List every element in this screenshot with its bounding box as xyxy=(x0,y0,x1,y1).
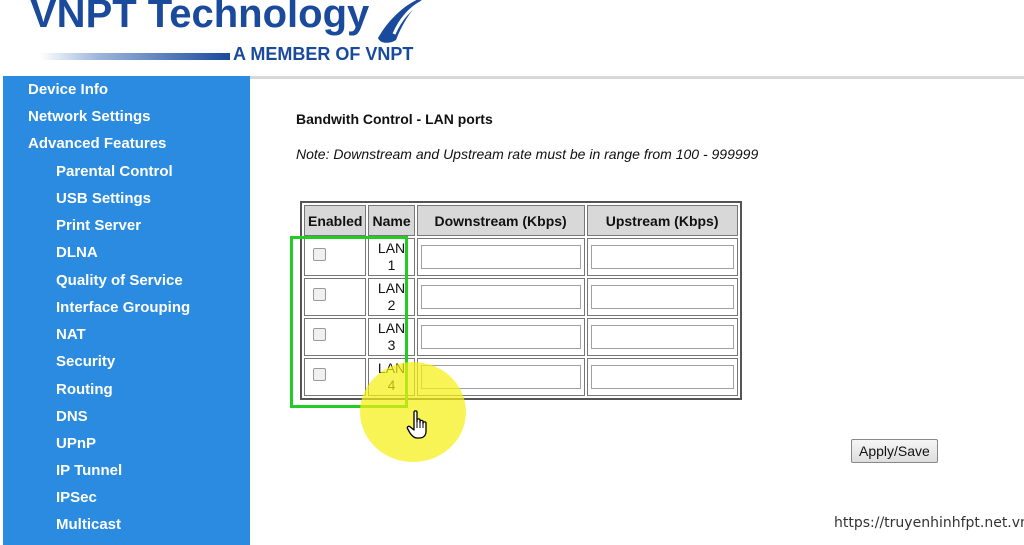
name-cell: LAN 3 xyxy=(368,318,415,356)
sidebar-item-multicast[interactable]: Multicast xyxy=(56,516,121,533)
upstream-input-lan2[interactable] xyxy=(590,285,734,309)
sidebar-item-routing[interactable]: Routing xyxy=(56,381,113,398)
sidebar-item-print-server[interactable]: Print Server xyxy=(56,217,141,234)
upstream-input-lan3[interactable] xyxy=(590,325,734,349)
page-title: Bandwith Control - LAN ports xyxy=(296,111,493,127)
name-cell: LAN 2 xyxy=(368,278,415,316)
sidebar-item-usb-settings[interactable]: USB Settings xyxy=(56,190,151,207)
lan-name-line1: LAN xyxy=(377,320,406,336)
name-cell: LAN 1 xyxy=(368,238,415,276)
lan-name-line2: 1 xyxy=(387,257,396,273)
header-upstream: Upstream (Kbps) xyxy=(586,205,738,236)
sidebar-item-ip-tunnel[interactable]: IP Tunnel xyxy=(56,462,122,479)
lan-name-line2: 3 xyxy=(387,337,396,353)
table-row: LAN 1 xyxy=(304,238,738,276)
sidebar: Device Info Network Settings Advanced Fe… xyxy=(3,76,250,545)
sidebar-item-advanced-features[interactable]: Advanced Features xyxy=(28,135,166,152)
sidebar-item-ipsec[interactable]: IPSec xyxy=(56,489,97,506)
sidebar-item-upnp[interactable]: UPnP xyxy=(56,435,96,452)
brand-tagline: A MEMBER OF VNPT xyxy=(233,44,414,64)
header: VNPT Technology A MEMBER OF VNPT xyxy=(0,0,1024,75)
sidebar-item-network-settings[interactable]: Network Settings xyxy=(28,108,151,125)
logo-bar xyxy=(40,53,230,60)
range-note: Note: Downstream and Upstream rate must … xyxy=(296,146,759,162)
enabled-checkbox-lan1[interactable] xyxy=(313,248,326,261)
downstream-input-lan4[interactable] xyxy=(420,365,581,389)
table-row: LAN 2 xyxy=(304,278,738,316)
watermark: https://truyenhinhfpt.net.vn xyxy=(834,515,1024,531)
downstream-cell xyxy=(416,318,585,356)
sidebar-item-device-info[interactable]: Device Info xyxy=(28,81,108,98)
downstream-input-lan2[interactable] xyxy=(420,285,581,309)
enabled-checkbox-lan3[interactable] xyxy=(313,328,326,341)
sidebar-item-nat[interactable]: NAT xyxy=(56,326,86,343)
upstream-input-lan1[interactable] xyxy=(590,245,734,269)
downstream-input-lan1[interactable] xyxy=(420,245,581,269)
downstream-input-lan3[interactable] xyxy=(420,325,581,349)
lan-name-line2: 4 xyxy=(387,377,396,393)
downstream-cell xyxy=(416,278,585,316)
upstream-cell xyxy=(586,278,738,316)
table-row: LAN 3 xyxy=(304,318,738,356)
sidebar-item-dlna[interactable]: DLNA xyxy=(56,244,98,261)
hand-cursor-icon xyxy=(406,410,427,439)
table-row: LAN 4 xyxy=(304,358,738,396)
apply-save-button[interactable]: Apply/Save xyxy=(851,439,938,463)
bandwidth-table: Enabled Name Downstream (Kbps) Upstream … xyxy=(300,201,742,400)
downstream-cell xyxy=(416,358,585,396)
header-enabled: Enabled xyxy=(304,205,367,236)
sidebar-item-interface-grouping[interactable]: Interface Grouping xyxy=(56,299,190,316)
lan-name-line1: LAN xyxy=(377,240,406,256)
lan-name-line1: LAN xyxy=(377,360,406,376)
sidebar-item-quality-of-service[interactable]: Quality of Service xyxy=(56,272,183,289)
name-cell: LAN 4 xyxy=(368,358,415,396)
lan-name-line2: 2 xyxy=(387,297,396,313)
enabled-cell xyxy=(304,278,367,316)
enabled-cell xyxy=(304,358,367,396)
downstream-cell xyxy=(416,238,585,276)
upstream-cell xyxy=(586,318,738,356)
enabled-checkbox-lan2[interactable] xyxy=(313,288,326,301)
upstream-cell xyxy=(586,358,738,396)
sidebar-item-parental-control[interactable]: Parental Control xyxy=(56,163,173,180)
vnpt-logo-icon xyxy=(378,0,423,43)
content-top-divider xyxy=(250,76,1024,79)
upstream-cell xyxy=(586,238,738,276)
enabled-cell xyxy=(304,318,367,356)
header-downstream: Downstream (Kbps) xyxy=(416,205,585,236)
sidebar-item-dns[interactable]: DNS xyxy=(56,408,88,425)
table-header-row: Enabled Name Downstream (Kbps) Upstream … xyxy=(304,205,738,236)
brand-name: VNPT Technology xyxy=(30,0,370,36)
header-name: Name xyxy=(368,205,415,236)
sidebar-item-security[interactable]: Security xyxy=(56,353,115,370)
enabled-cell xyxy=(304,238,367,276)
enabled-checkbox-lan4[interactable] xyxy=(313,368,326,381)
upstream-input-lan4[interactable] xyxy=(590,365,734,389)
lan-name-line1: LAN xyxy=(377,280,406,296)
